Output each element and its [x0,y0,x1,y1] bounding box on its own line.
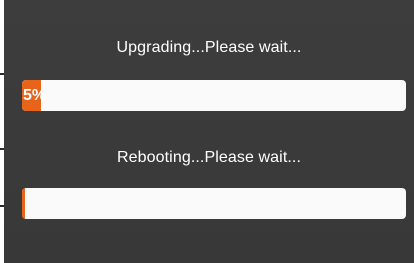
upgrade-dialog: Upgrading...Please wait... 5% Rebooting.… [4,0,414,263]
reboot-status-label: Rebooting...Please wait... [116,149,302,166]
upgrade-progress-bar: 5% [22,80,406,111]
reboot-progress-fill [22,188,25,219]
upgrade-progress-text: 5% [23,87,47,104]
upgrade-status-label: Upgrading...Please wait... [116,39,302,56]
reboot-progress-bar [22,188,406,219]
